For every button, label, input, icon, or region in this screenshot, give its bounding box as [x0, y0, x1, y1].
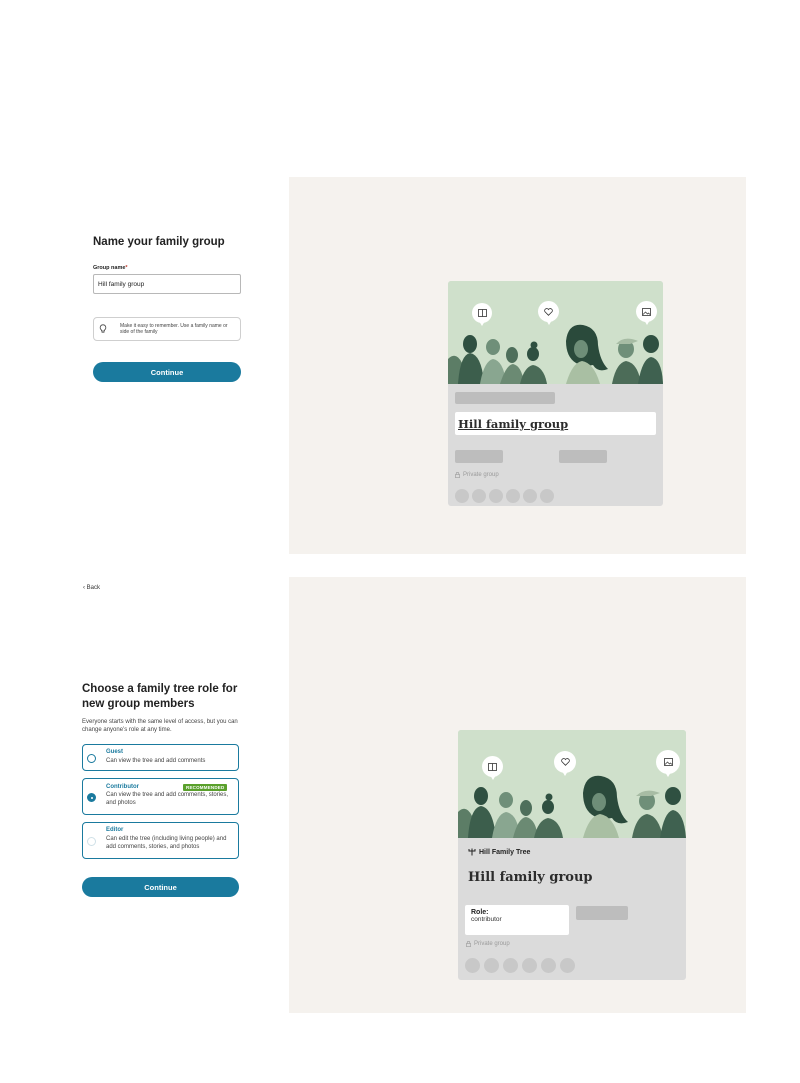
role-option-title: Guest [106, 749, 124, 755]
lightbulb-icon [99, 320, 109, 338]
group-name-label-text: Group name [93, 265, 126, 271]
member-avatars [465, 958, 575, 973]
role-option-description: Can edit the tree (including living peop… [106, 836, 227, 850]
tip-box: Make it easy to remember. Use a family n… [93, 317, 241, 341]
member-avatar [506, 489, 520, 503]
member-avatar [560, 958, 575, 973]
group-name-label: Group name* [93, 265, 128, 271]
placeholder-bar [576, 906, 628, 920]
group-illustration [448, 281, 663, 384]
tip-text: Make it easy to remember. Use a family n… [120, 322, 228, 336]
role-value: contributor [471, 916, 502, 923]
group-illustration [458, 730, 686, 838]
group-preview-card: Hill family group Private group [448, 281, 663, 506]
member-avatar [489, 489, 503, 503]
continue-button[interactable]: Continue [93, 362, 241, 382]
member-avatars [455, 489, 554, 503]
role-option-title: Editor [106, 827, 124, 833]
tree-icon [468, 848, 476, 856]
privacy-indicator: Private group [466, 941, 510, 947]
member-avatar [523, 489, 537, 503]
member-avatar [455, 489, 469, 503]
role-label: Role: [471, 909, 489, 916]
role-option-contributor[interactable]: Contributor RECOMMENDED Can view the tre… [82, 778, 239, 815]
member-avatar [503, 958, 518, 973]
heart-icon [538, 301, 559, 325]
tree-name: Hill Family Tree [468, 848, 530, 856]
placeholder-bar [455, 450, 503, 463]
member-avatar [541, 958, 556, 973]
role-option-title: Contributor [106, 784, 139, 790]
required-mark: * [125, 265, 128, 271]
role-option-editor[interactable]: Editor Can edit the tree (including livi… [82, 822, 239, 859]
radio-guest[interactable] [87, 754, 96, 763]
page-subtitle: Everyone starts with the same level of a… [82, 719, 238, 733]
privacy-text: Private group [474, 941, 510, 947]
group-name-input[interactable] [93, 274, 241, 294]
role-option-guest[interactable]: Guest Can view the tree and add comments [82, 744, 239, 771]
member-avatar [540, 489, 554, 503]
page-title: Choose a family tree role for new group … [82, 683, 238, 710]
heart-icon [554, 751, 576, 776]
tree-name-text: Hill Family Tree [479, 848, 531, 856]
privacy-indicator: Private group [455, 472, 499, 478]
page-title: Name your family group [93, 236, 225, 248]
preview-panel: Hill Family Tree Hill family group Role:… [289, 577, 746, 1013]
group-title: Hill family group [458, 416, 569, 431]
member-avatar [465, 958, 480, 973]
role-option-description: Can view the tree and add comments [106, 758, 206, 764]
placeholder-bar [559, 450, 607, 463]
people-illustration [448, 324, 663, 384]
group-preview-card: Hill Family Tree Hill family group Role:… [458, 730, 686, 980]
lock-icon [455, 472, 460, 478]
image-icon [656, 750, 680, 777]
radio-contributor[interactable] [87, 793, 96, 802]
lock-icon [466, 941, 471, 947]
role-option-description: Can view the tree and add comments, stor… [106, 792, 229, 806]
privacy-text: Private group [463, 472, 499, 478]
back-link-label: Back [86, 585, 101, 591]
group-title: Hill family group [468, 870, 593, 885]
placeholder-bar [455, 392, 555, 404]
role-box: Role: contributor [465, 905, 569, 935]
chevron-left-icon: ‹ [83, 585, 85, 591]
back-link[interactable]: ‹ Back [83, 585, 100, 591]
preview-panel: Hill family group Private group [289, 177, 746, 554]
book-icon [472, 303, 492, 326]
continue-button[interactable]: Continue [82, 877, 239, 897]
group-title-box: Hill family group [455, 412, 656, 435]
book-icon [482, 756, 503, 780]
member-avatar [484, 958, 499, 973]
radio-editor[interactable] [87, 837, 96, 846]
people-illustration [458, 775, 686, 838]
recommended-badge: RECOMMENDED [183, 784, 228, 791]
member-avatar [522, 958, 537, 973]
image-icon [636, 301, 657, 325]
member-avatar [472, 489, 486, 503]
